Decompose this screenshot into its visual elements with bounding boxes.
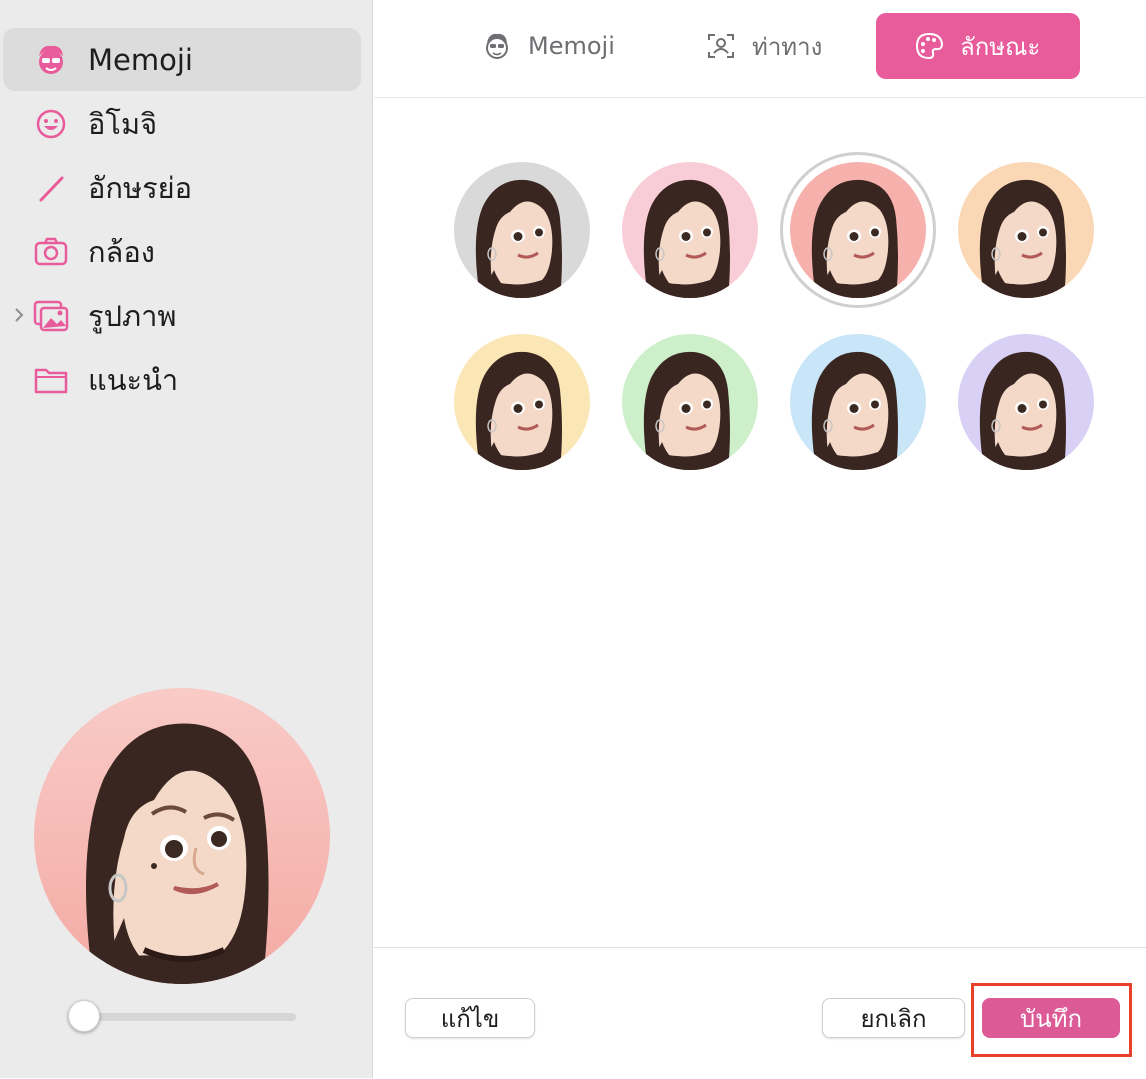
folder-icon [34, 368, 68, 394]
tab-memoji[interactable]: Memoji [482, 13, 632, 79]
memoji-avatar-thumbnail [811, 179, 898, 298]
style-swatch[interactable] [454, 334, 590, 470]
sidebar: Memoji อิโมจิ อักษรย่อ กล้อง รูปภาพ แนะน… [0, 0, 373, 1078]
sidebar-item-suggestions[interactable]: แนะนำ [3, 348, 361, 411]
zoom-slider[interactable] [68, 1000, 296, 1034]
tab-pose[interactable]: ท่าทาง [706, 13, 856, 79]
tab-style[interactable]: ลักษณะ [876, 13, 1080, 79]
style-swatch[interactable] [622, 334, 758, 470]
sidebar-item-label: รูปภาพ [88, 298, 177, 333]
memoji-avatar-thumbnail [643, 351, 730, 470]
memoji-avatar-thumbnail [979, 351, 1066, 470]
sidebar-item-photos[interactable]: รูปภาพ [3, 284, 361, 347]
memoji-avatar-thumbnail [979, 179, 1066, 298]
sidebar-item-label: กล้อง [88, 234, 155, 269]
style-swatch[interactable] [958, 334, 1094, 470]
sidebar-item-label: อิโมจิ [88, 106, 158, 141]
slider-knob[interactable] [68, 1000, 100, 1032]
palette-icon [915, 32, 944, 60]
memoji-avatar-thumbnail [643, 179, 730, 298]
sidebar-item-memoji[interactable]: Memoji [3, 28, 361, 91]
edit-button[interactable]: แก้ไข [405, 998, 535, 1038]
photos-icon [33, 300, 69, 332]
sidebar-item-camera[interactable]: กล้อง [3, 220, 361, 283]
slider-track[interactable] [82, 1013, 296, 1021]
style-swatch[interactable] [790, 162, 926, 298]
pose-icon [708, 34, 734, 58]
memoji-preview [34, 688, 330, 984]
style-swatch[interactable] [958, 162, 1094, 298]
style-swatch[interactable] [790, 334, 926, 470]
tab-label: ลักษณะ [960, 32, 1041, 61]
camera-icon [34, 237, 68, 266]
sidebar-item-initials[interactable]: อักษรย่อ [3, 156, 361, 219]
memoji-avatar-thumbnail [811, 351, 898, 470]
chevron-right-icon[interactable] [11, 304, 27, 326]
smiley-icon [36, 109, 66, 139]
tab-label: ท่าทาง [752, 32, 823, 61]
style-swatch[interactable] [622, 162, 758, 298]
memoji-avatar-thumbnail [475, 351, 562, 470]
save-button-highlight [971, 983, 1132, 1057]
memoji-face-icon [39, 45, 63, 74]
sidebar-item-emoji[interactable]: อิโมจิ [3, 92, 361, 155]
tab-label: Memoji [528, 32, 615, 60]
sidebar-item-label: Memoji [88, 42, 193, 77]
memoji-avatar-thumbnail [475, 179, 562, 298]
memoji-avatar-large [86, 723, 269, 984]
sidebar-item-label: แนะนำ [88, 362, 179, 397]
tab-bar: Memoji ท่าทาง ลักษณะ [374, 0, 1146, 98]
cancel-button[interactable]: ยกเลิก [822, 998, 965, 1038]
memoji-face-icon [486, 33, 508, 59]
sidebar-item-label: อักษรย่อ [88, 170, 193, 205]
pencil-icon [39, 176, 64, 202]
style-swatch[interactable] [454, 162, 590, 298]
